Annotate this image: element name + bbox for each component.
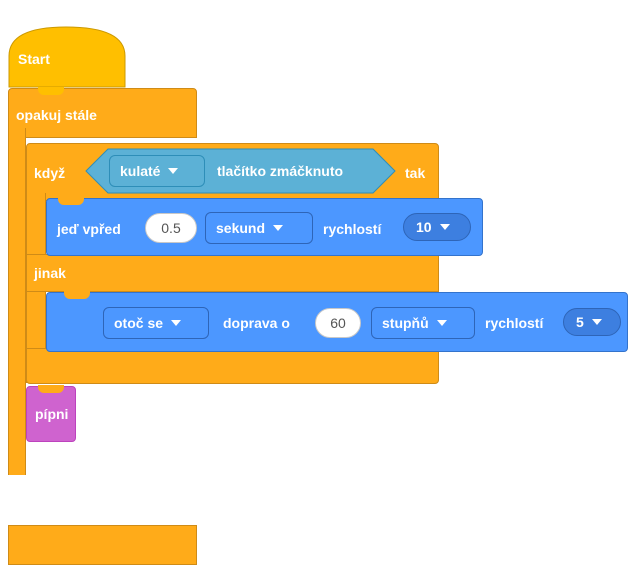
beep-label: pípni — [35, 406, 69, 422]
chevron-down-icon — [436, 320, 447, 326]
if-else-footer — [26, 348, 439, 384]
drive-unit-dropdown[interactable]: sekund — [205, 212, 313, 244]
turn-block[interactable]: otoč se doprava o 60 stupňů rychlostí 5 — [46, 292, 628, 352]
chevron-down-icon — [171, 320, 182, 326]
start-hat-block[interactable]: Start — [8, 26, 126, 88]
hat-notch — [38, 87, 64, 95]
drive-forward-block[interactable]: jeď vpřed 0.5 sekund rychlostí 10 — [46, 198, 483, 256]
start-label: Start — [18, 51, 50, 67]
turn-unit-dropdown[interactable]: stupňů — [371, 307, 475, 339]
if-notch — [58, 197, 84, 205]
button-pressed-condition[interactable]: kulaté tlačítko zmáčknuto — [85, 148, 396, 194]
drive-seconds-value: 0.5 — [161, 220, 181, 236]
then-label: tak — [405, 165, 426, 181]
drive-label: jeď vpřed — [57, 221, 121, 237]
button-shape-dropdown[interactable]: kulaté — [109, 155, 205, 187]
turn-speed-dropdown[interactable]: 5 — [563, 308, 621, 336]
forever-loop-footer — [8, 525, 197, 565]
forever-loop-arm — [8, 128, 26, 475]
turn-side-label: doprava o — [223, 315, 290, 331]
loop-notch — [38, 385, 64, 393]
drive-speed-dropdown[interactable]: 10 — [403, 213, 471, 241]
drive-speed-value: 10 — [416, 219, 432, 235]
drive-speed-label: rychlostí — [323, 221, 382, 237]
chevron-down-icon — [439, 224, 450, 230]
else-notch — [64, 291, 90, 299]
drive-seconds-input[interactable]: 0.5 — [145, 213, 197, 243]
loop-arrow-icon — [170, 453, 185, 466]
if-label: když — [34, 165, 66, 181]
turn-direction-value: otoč se — [114, 315, 164, 331]
turn-unit-value: stupňů — [382, 315, 429, 331]
turn-speed-label: rychlostí — [485, 315, 544, 331]
condition-label: tlačítko zmáčknuto — [217, 163, 344, 179]
turn-degrees-input[interactable]: 60 — [315, 308, 361, 338]
chevron-down-icon — [168, 168, 179, 174]
forever-loop-label: opakuj stále — [16, 107, 97, 123]
else-header — [26, 254, 439, 292]
chevron-down-icon — [591, 319, 602, 325]
else-label: jinak — [34, 265, 66, 281]
chevron-down-icon — [273, 225, 284, 231]
beep-block[interactable]: pípni — [26, 386, 76, 442]
button-shape-value: kulaté — [120, 163, 161, 179]
drive-unit-value: sekund — [216, 220, 266, 236]
turn-speed-value: 5 — [576, 314, 584, 330]
turn-degrees-value: 60 — [330, 315, 346, 331]
turn-direction-dropdown[interactable]: otoč se — [103, 307, 209, 339]
